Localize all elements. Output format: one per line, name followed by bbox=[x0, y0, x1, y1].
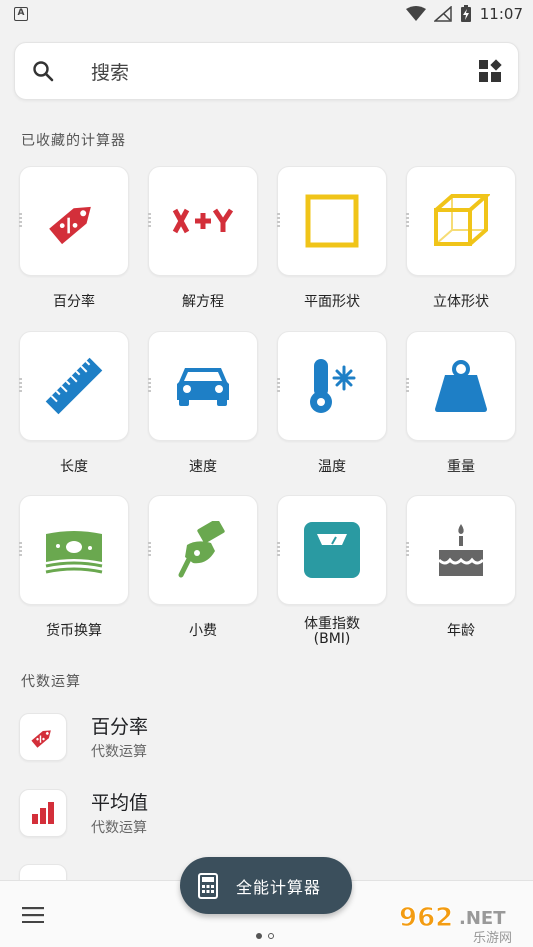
thermometer-icon bbox=[310, 359, 356, 413]
favorite-tip[interactable]: 小费 bbox=[148, 495, 258, 639]
scale-icon bbox=[304, 522, 360, 578]
favorite-plane-shapes[interactable]: 平面形状 bbox=[277, 166, 387, 310]
menu-icon[interactable] bbox=[22, 907, 44, 927]
favorite-label: 重量 bbox=[447, 459, 475, 475]
list-item-title: 平均值 bbox=[91, 792, 149, 814]
fab-label: 全能计算器 bbox=[236, 877, 322, 897]
square-icon bbox=[305, 194, 359, 248]
status-indicators: 11:07 bbox=[405, 5, 523, 23]
list-item-text: 平均值 代数运算 bbox=[91, 788, 148, 837]
layout-toggle-icon[interactable] bbox=[462, 59, 518, 83]
favorite-percentage[interactable]: 百分率 bbox=[19, 166, 129, 310]
favorite-label: 年龄 bbox=[447, 623, 475, 639]
favorite-card[interactable] bbox=[19, 331, 129, 441]
favorite-label: 温度 bbox=[318, 459, 346, 475]
list-item-subtitle: 代数运算 bbox=[91, 744, 147, 760]
favorite-card[interactable] bbox=[406, 166, 516, 276]
list-item-subtitle: 代数运算 bbox=[91, 820, 147, 836]
favorite-label: 立体形状 bbox=[433, 294, 489, 310]
drag-handle[interactable] bbox=[406, 378, 409, 394]
status-bar: A 11:07 bbox=[0, 0, 533, 28]
percent-tag-icon bbox=[31, 729, 51, 748]
favorite-length[interactable]: 长度 bbox=[19, 331, 129, 475]
drag-handle[interactable] bbox=[277, 542, 280, 558]
car-icon bbox=[177, 368, 229, 406]
favorite-label: 体重指数 (BMI) bbox=[277, 617, 387, 647]
favorite-weight[interactable]: 重量 bbox=[406, 331, 516, 475]
ruler-icon bbox=[45, 357, 103, 415]
drag-handle[interactable] bbox=[19, 378, 22, 394]
drag-handle[interactable] bbox=[148, 542, 151, 558]
favorite-currency[interactable]: 货币换算 bbox=[19, 495, 129, 639]
drag-handle[interactable] bbox=[277, 213, 280, 229]
equation-icon bbox=[172, 208, 234, 234]
favorite-label-line1: 体重指数 bbox=[304, 616, 360, 632]
favorite-label: 解方程 bbox=[182, 294, 224, 310]
list-icon-container bbox=[19, 712, 67, 761]
favorite-label: 货币换算 bbox=[46, 623, 102, 639]
favorite-speed[interactable]: 速度 bbox=[148, 331, 258, 475]
svg-text:乐游网: 乐游网 bbox=[473, 931, 512, 944]
weight-icon bbox=[435, 360, 487, 412]
clock: 11:07 bbox=[479, 5, 523, 23]
cake-icon bbox=[437, 524, 485, 576]
favorite-card[interactable] bbox=[148, 495, 258, 605]
all-in-one-calculator-button[interactable]: 全能计算器 bbox=[180, 857, 352, 914]
drag-handle[interactable] bbox=[406, 213, 409, 229]
favorite-card[interactable] bbox=[277, 331, 387, 441]
page-dot-inactive bbox=[268, 933, 274, 939]
watermark-logo: 962 .NET 乐游网 bbox=[395, 898, 531, 947]
drag-handle[interactable] bbox=[19, 542, 22, 558]
wifi-icon bbox=[405, 6, 426, 21]
favorite-label: 平面形状 bbox=[304, 294, 360, 310]
list-item-title: 百分率 bbox=[91, 716, 149, 738]
app-notification-icon: A bbox=[14, 7, 28, 21]
favorite-temperature[interactable]: 温度 bbox=[277, 331, 387, 475]
list-item-text: 百分率 代数运算 bbox=[91, 712, 148, 761]
drag-handle[interactable] bbox=[277, 378, 280, 394]
favorite-equation[interactable]: 解方程 bbox=[148, 166, 258, 310]
list-item-percentage[interactable]: 百分率 代数运算 bbox=[19, 712, 499, 761]
favorite-bmi[interactable]: 体重指数 (BMI) bbox=[277, 495, 387, 647]
favorite-card[interactable] bbox=[148, 331, 258, 441]
list-icon-container bbox=[19, 788, 67, 837]
percent-tag-icon bbox=[49, 206, 91, 245]
svg-text:962: 962 bbox=[399, 903, 453, 933]
favorite-label: 百分率 bbox=[53, 294, 95, 310]
drag-handle[interactable] bbox=[406, 542, 409, 558]
favorite-solid-shapes[interactable]: 立体形状 bbox=[406, 166, 516, 310]
favorite-card[interactable] bbox=[277, 166, 387, 276]
favorite-card[interactable] bbox=[406, 495, 516, 605]
tip-hand-icon bbox=[178, 521, 225, 578]
favorite-label: 长度 bbox=[60, 459, 88, 475]
page-indicator bbox=[256, 933, 274, 939]
search-icon[interactable] bbox=[15, 60, 71, 82]
drag-handle[interactable] bbox=[148, 378, 151, 394]
favorite-card[interactable] bbox=[406, 331, 516, 441]
favorite-age[interactable]: 年龄 bbox=[406, 495, 516, 639]
favorite-label: 小费 bbox=[189, 623, 217, 639]
no-signal-icon bbox=[433, 6, 452, 22]
bar-chart-icon bbox=[32, 801, 54, 824]
battery-charging-icon bbox=[460, 5, 471, 22]
search-bar[interactable]: 搜索 bbox=[14, 42, 519, 100]
search-input[interactable]: 搜索 bbox=[91, 58, 462, 85]
calculator-icon bbox=[198, 872, 218, 899]
drag-handle[interactable] bbox=[148, 213, 151, 229]
favorite-card[interactable] bbox=[19, 166, 129, 276]
list-item-average[interactable]: 平均值 代数运算 bbox=[19, 788, 499, 837]
favorite-label: 速度 bbox=[189, 459, 217, 475]
drag-handle[interactable] bbox=[19, 213, 22, 229]
cube-icon bbox=[434, 194, 490, 246]
favorite-card[interactable] bbox=[19, 495, 129, 605]
svg-text:.NET: .NET bbox=[459, 908, 506, 929]
algebra-section-title: 代数运算 bbox=[21, 674, 81, 690]
favorite-card[interactable] bbox=[277, 495, 387, 605]
page-dot-active bbox=[256, 933, 262, 939]
money-icon bbox=[45, 531, 103, 574]
favorite-label-line2: (BMI) bbox=[313, 631, 351, 647]
favorite-card[interactable] bbox=[148, 166, 258, 276]
favorites-section-title: 已收藏的计算器 bbox=[21, 133, 126, 149]
